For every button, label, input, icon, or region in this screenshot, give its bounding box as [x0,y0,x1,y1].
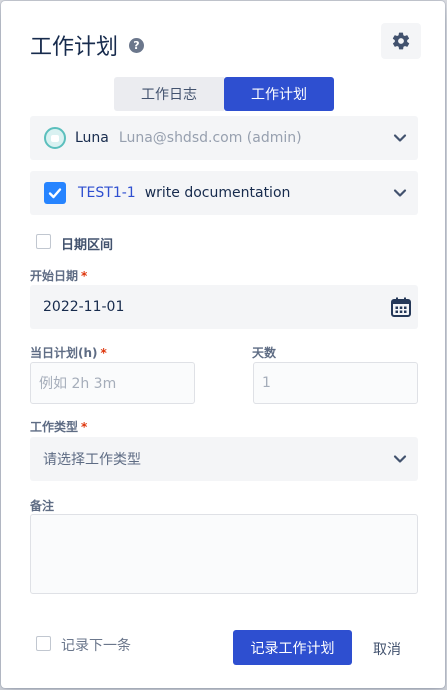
calendar-icon[interactable] [390,296,412,318]
record-next-label: 记录下一条 [61,638,131,654]
checkmark-icon [48,188,62,199]
work-type-label: 工作类型 * [30,420,88,434]
daily-plan-label: 当日计划(h) * [30,346,107,360]
date-range-label: 日期区间 [61,238,114,253]
work-plan-dialog: 工作计划 ? 工作日志 工作计划 Luna Luna@shdsd.com (ad… [1,1,445,688]
chevron-down-icon [393,189,407,197]
question-circle-icon[interactable]: ? [129,38,144,53]
tab-work-log[interactable]: 工作日志 [114,77,224,111]
notes-textarea[interactable] [30,514,418,594]
issue-summary: write documentation [144,185,291,201]
start-date-picker[interactable]: 2022-11-01 [30,285,418,329]
notes-label: 备注 [30,499,55,513]
user-select[interactable]: Luna Luna@shdsd.com (admin) [30,116,418,160]
date-range-checkbox[interactable] [36,234,51,249]
work-type-placeholder: 请选择工作类型 [43,452,141,468]
robot-avatar-icon [44,127,66,149]
chevron-down-icon [393,134,407,142]
gear-icon [392,32,410,50]
settings-button[interactable] [381,23,421,59]
issue-checkbox[interactable] [44,182,66,204]
submit-work-plan-button[interactable]: 记录工作计划 [233,630,352,665]
user-email: Luna@shdsd.com (admin) [118,130,302,146]
work-type-select[interactable]: 请选择工作类型 [30,437,418,481]
record-next-checkbox[interactable] [36,636,51,651]
cancel-button[interactable]: 取消 [373,639,401,659]
daily-plan-input[interactable]: 例如 2h 3m [30,362,195,404]
user-name: Luna [75,130,109,146]
chevron-down-icon [393,455,407,463]
dialog-title: 工作计划 [30,35,119,60]
tab-work-plan[interactable]: 工作计划 [224,77,334,111]
issue-select[interactable]: TEST1-1 write documentation [30,171,418,215]
start-date-value: 2022-11-01 [43,299,125,315]
tab-bar: 工作日志 工作计划 [114,77,334,111]
issue-key[interactable]: TEST1-1 [78,185,136,201]
start-date-label: 开始日期 * [30,269,88,283]
days-input[interactable]: 1 [253,362,418,404]
days-label: 天数 [252,346,277,360]
